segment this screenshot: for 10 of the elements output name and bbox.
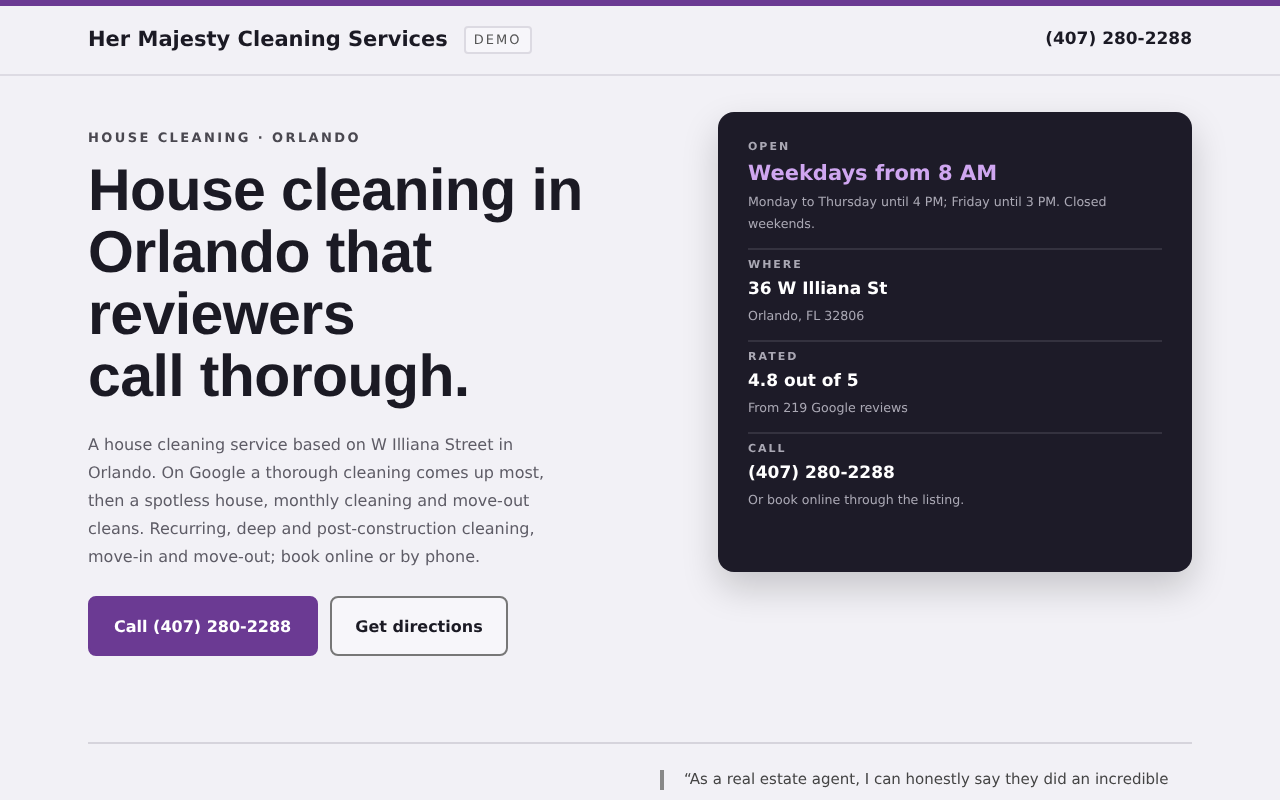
call-button[interactable]: Call (407) 280-2288 [88,596,318,656]
info-value: (407) 280-2288 [748,464,897,484]
info-value: 36 W Illiana St [748,280,890,300]
description: A house cleaning service based on W Illiana Street in Orlando. On Google a thorough cleaning comes up most, then a spotless house, monthly cleaning and move-out cleans. Recurring, deep and post-construction cleaning, move-in and move-out; book online or by phone. [88,434,547,570]
info-value: 4.8 out of 5 [748,372,861,392]
brand-name[interactable]: Her Majesty Cleaning Services [88,28,448,52]
phone-link[interactable]: (407) 280-2288 [1045,30,1192,50]
info-value: Weekdays from 8 AM [748,162,1000,186]
directions-button[interactable]: Get directions [329,596,509,656]
headline: House cleaning in Orlando that reviewers call thorough. [88,160,585,408]
